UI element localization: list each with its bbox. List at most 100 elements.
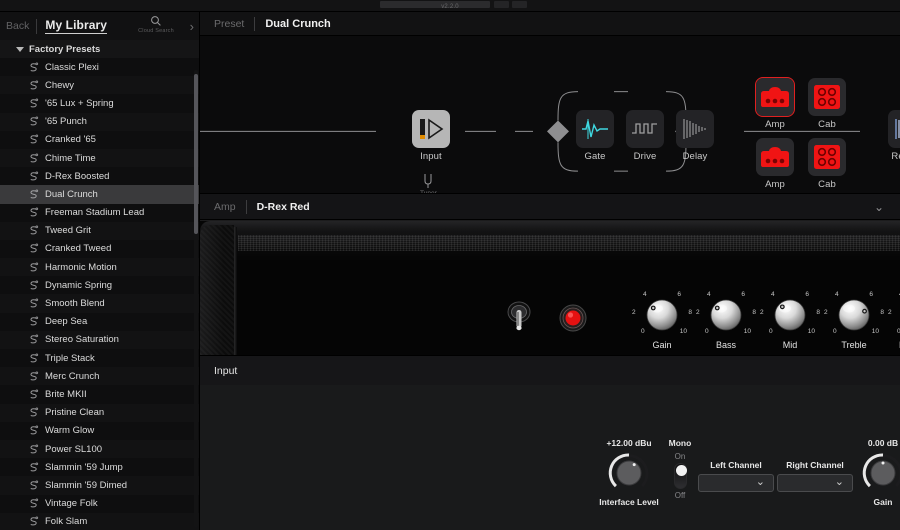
knob-scale-mark: 8 [752,309,756,316]
mono-toggle[interactable] [673,463,687,489]
knob-body[interactable] [709,298,743,332]
preset-list-item[interactable]: Harmonic Motion [0,258,199,277]
preset-list-item[interactable]: Dynamic Spring [0,276,199,295]
preset-list-item[interactable]: Slammin '59 Jump [0,458,199,477]
preset-list-item[interactable]: Slammin '59 Dimed [0,476,199,495]
titlebar-button-2[interactable] [512,1,527,8]
preset-icon [30,280,39,290]
chain-node-cab-bottom[interactable]: Cab [808,138,846,190]
input-gain-control[interactable]: 0.00 dB Gain [852,438,900,507]
preset-list-item[interactable]: '65 Punch [0,112,199,131]
preset-list-item[interactable]: '65 Lux + Spring [0,94,199,113]
preset-list-item[interactable]: Tweed Grit [0,221,199,240]
reverb-tile[interactable] [888,110,900,148]
preset-list-item[interactable]: Folk Slam [0,512,199,530]
amp-bottom-tile[interactable] [756,138,794,176]
chain-node-tuner[interactable]: Tuner [420,173,437,193]
library-sidebar: Back My Library Cloud Search › Factory P… [0,12,200,530]
left-channel-label: Left Channel [710,460,762,470]
power-lamp[interactable] [558,303,588,333]
chain-node-gate[interactable]: Gate [576,110,614,162]
right-channel-select[interactable]: ⌄ [777,474,853,492]
amp-knob-gain[interactable]: 0 2 4 6 8 10 Gain [631,291,693,350]
preset-list-item[interactable]: Dual Crunch [0,185,199,204]
mono-on-label[interactable]: On [675,452,686,461]
preset-list-item[interactable]: Chewy [0,76,199,95]
knob-body[interactable] [773,298,807,332]
input-gain-knob[interactable] [861,451,900,495]
preset-list-item[interactable]: Cranked Tweed [0,239,199,259]
cab-bottom-tile[interactable] [808,138,846,176]
right-channel-group[interactable]: Right Channel ⌄ [777,460,853,492]
amp-knob-mid[interactable]: 0 2 4 6 8 10 Mid [759,291,821,350]
preset-list-item-label: Slammin '59 Dimed [45,479,128,491]
drive-tile[interactable] [626,110,664,148]
preset-list-item[interactable]: Power SL100 [0,439,199,459]
standby-toggle-switch[interactable] [505,301,533,331]
input-module-body: +12.00 dBu Interface Level Mono On Off L… [200,385,900,530]
preset-list-item[interactable]: Classic Plexi [0,58,199,77]
interface-level-knob[interactable] [607,451,651,495]
chain-node-delay[interactable]: Delay [676,110,714,162]
amp-top-tile[interactable] [755,77,795,117]
chevron-down-icon: ⌄ [755,476,765,488]
preset-list-item[interactable]: Smooth Blend [0,294,199,313]
preset-list-item[interactable]: Merc Crunch [0,367,199,386]
cloud-search-button[interactable]: Cloud Search [135,15,177,34]
preset-icon [30,153,39,162]
preset-icon [30,298,39,308]
chain-node-amp-top[interactable]: Amp [755,77,795,130]
amp-knob-presence[interactable]: 0246810Presence [887,291,900,350]
preset-icon [30,98,39,108]
amp-knob-bass[interactable]: 0 2 4 6 8 10 Bass [695,291,757,350]
preset-list-item[interactable]: Cranked '65 [0,130,199,149]
chain-label-gate: Gate [584,151,606,162]
amp-knob-treble[interactable]: 0 2 4 6 8 10 Treble [823,291,885,350]
back-button[interactable]: Back [6,20,36,32]
preset-list-item[interactable]: Deep Sea [0,312,199,331]
preset-list-item[interactable]: Pristine Clean [0,403,199,422]
chain-node-reverb[interactable]: Reverb [888,110,900,162]
chevron-right-icon[interactable]: › [190,20,194,33]
mono-off-label[interactable]: Off [675,491,686,500]
power-lamp-icon [559,304,587,332]
knob-body[interactable] [837,298,871,332]
chain-node-cab-top[interactable]: Cab [808,78,846,130]
preset-list-item[interactable]: Stereo Saturation [0,330,199,349]
titlebar-button-1[interactable] [494,1,509,8]
knob-body[interactable] [645,298,679,332]
amp-header-divider [245,199,247,214]
chain-node-amp-bottom[interactable]: Amp [756,138,794,190]
left-channel-group[interactable]: Left Channel ⌄ [698,460,774,492]
input-tile[interactable] [412,110,450,148]
preset-group-factory[interactable]: Factory Presets [0,40,199,58]
mono-toggle-knob[interactable] [675,465,687,476]
preset-list[interactable]: Factory Presets Classic Plexi Chewy '65 Lu… [0,40,199,530]
preset-bar-name[interactable]: Dual Crunch [265,18,330,30]
preset-list-item[interactable]: Brite MKII [0,385,199,404]
knob-scale-mark: 10 [871,328,879,335]
sidebar-scrollbar-thumb[interactable] [194,74,198,234]
delay-tile[interactable] [676,110,714,148]
preset-list-item[interactable]: D-Rex Boosted [0,167,199,186]
knob-scale-mark: 2 [824,309,828,316]
chevron-down-icon[interactable]: ⌄ [874,201,884,213]
main-area: Preset Dual Crunch Input Tuner Gate Driv… [200,12,900,530]
mono-toggle-group[interactable]: Mono On Off [662,438,698,500]
interface-level-control[interactable]: +12.00 dBu Interface Level [598,438,660,507]
preset-list-item[interactable]: Freeman Stadium Lead [0,203,199,222]
preset-list-item[interactable]: Vintage Folk [0,494,199,513]
preset-list-item[interactable]: Chime Time [0,148,199,168]
left-channel-select[interactable]: ⌄ [698,474,774,492]
preset-list-item-label: Tweed Grit [45,225,91,237]
gate-tile[interactable] [576,110,614,148]
cabinet-icon [814,85,840,109]
drive-wave-icon [632,123,657,134]
cab-top-tile[interactable] [808,78,846,116]
chain-node-input[interactable]: Input [412,110,450,162]
chain-node-drive[interactable]: Drive [626,110,664,162]
preset-list-item[interactable]: Triple Stack [0,349,199,368]
preset-list-item[interactable]: Warm Glow [0,421,199,440]
amp-model-name[interactable]: D-Rex Red [257,201,310,213]
preset-list-item-label: Cranked Tweed [45,243,112,255]
